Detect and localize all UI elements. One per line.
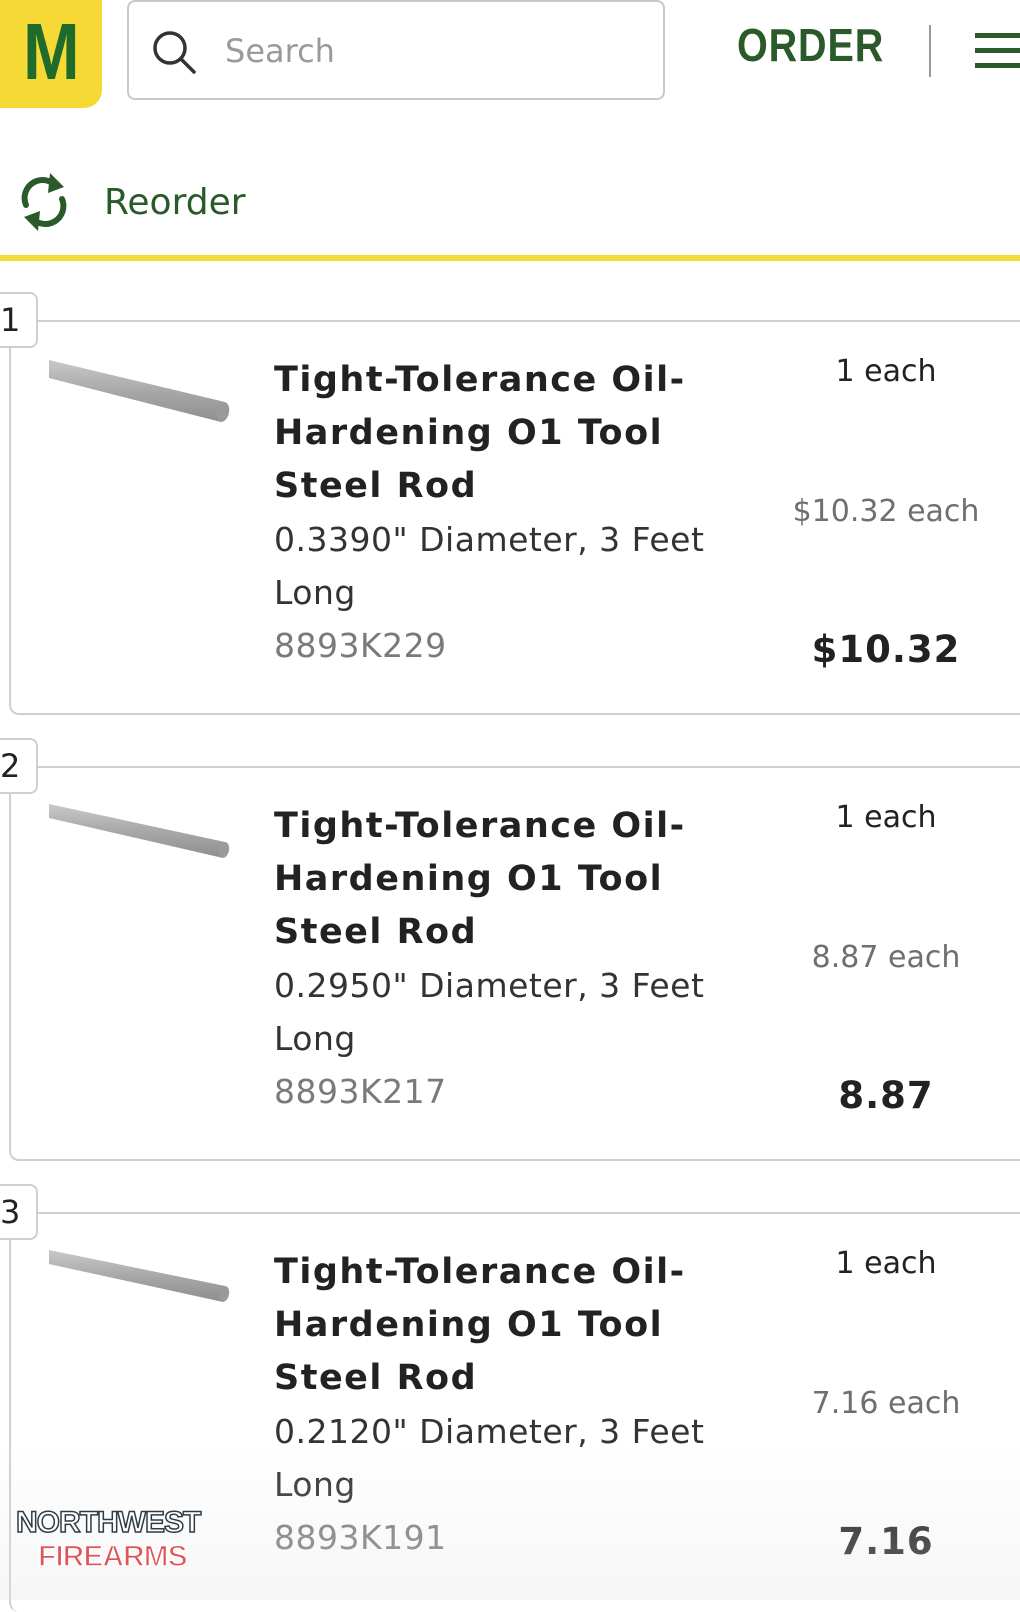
search-icon[interactable] — [151, 29, 197, 75]
search-box[interactable] — [127, 0, 665, 100]
item-title[interactable]: Tight-Tolerance Oil-Hardening O1 Tool St… — [274, 1246, 734, 1405]
header-divider — [929, 25, 931, 77]
item-number: 2 — [0, 738, 38, 794]
item-quantity: 1 each — [835, 354, 937, 389]
item-spec: 0.2120" Diameter, 3 Feet Long — [274, 1412, 705, 1504]
item-number: 1 — [0, 292, 38, 348]
item-part-number: 8893K229 — [274, 626, 447, 665]
logo[interactable]: M — [0, 0, 102, 108]
item-part-number: 8893K191 — [274, 1518, 447, 1557]
reorder-label: Reorder — [104, 181, 246, 223]
item-title[interactable]: Tight-Tolerance Oil-Hardening O1 Tool St… — [274, 354, 734, 513]
menu-icon[interactable] — [975, 33, 1020, 69]
list-item[interactable]: Tight-Tolerance Oil-Hardening O1 Tool St… — [9, 320, 1020, 715]
list-item[interactable]: Tight-Tolerance Oil-Hardening O1 Tool St… — [9, 766, 1020, 1161]
item-unit-price: $10.32 each — [792, 494, 980, 529]
item-spec: 0.3390" Diameter, 3 Feet Long — [274, 520, 705, 612]
rod-image — [49, 360, 230, 422]
item-total: 8.87 — [838, 1074, 934, 1117]
reorder-button[interactable]: Reorder — [18, 168, 246, 236]
item-total: $10.32 — [811, 628, 961, 671]
item-part-number: 8893K217 — [274, 1072, 447, 1111]
item-unit-price: 7.16 each — [811, 1386, 961, 1421]
watermark-line2: FIREARMS — [37, 1540, 188, 1573]
reorder-icon — [21, 173, 67, 231]
item-unit-price: 8.87 each — [811, 940, 961, 975]
item-total: 7.16 — [838, 1520, 934, 1563]
item-title[interactable]: Tight-Tolerance Oil-Hardening O1 Tool St… — [274, 800, 734, 959]
section-divider — [0, 255, 1020, 261]
search-input[interactable] — [223, 22, 647, 80]
item-quantity: 1 each — [835, 800, 937, 835]
item-quantity: 1 each — [835, 1246, 937, 1281]
order-link[interactable]: ORDER — [737, 18, 884, 72]
header: M ORDER — [0, 0, 1020, 115]
logo-letter: M — [22, 7, 80, 96]
watermark-logo: NORTHWEST FIREARMS — [15, 1506, 226, 1573]
item-spec: 0.2950" Diameter, 3 Feet Long — [274, 966, 705, 1058]
rod-image — [49, 1250, 230, 1302]
watermark-line1: NORTHWEST — [15, 1506, 202, 1539]
rod-image — [49, 804, 230, 858]
item-number: 3 — [0, 1184, 38, 1240]
